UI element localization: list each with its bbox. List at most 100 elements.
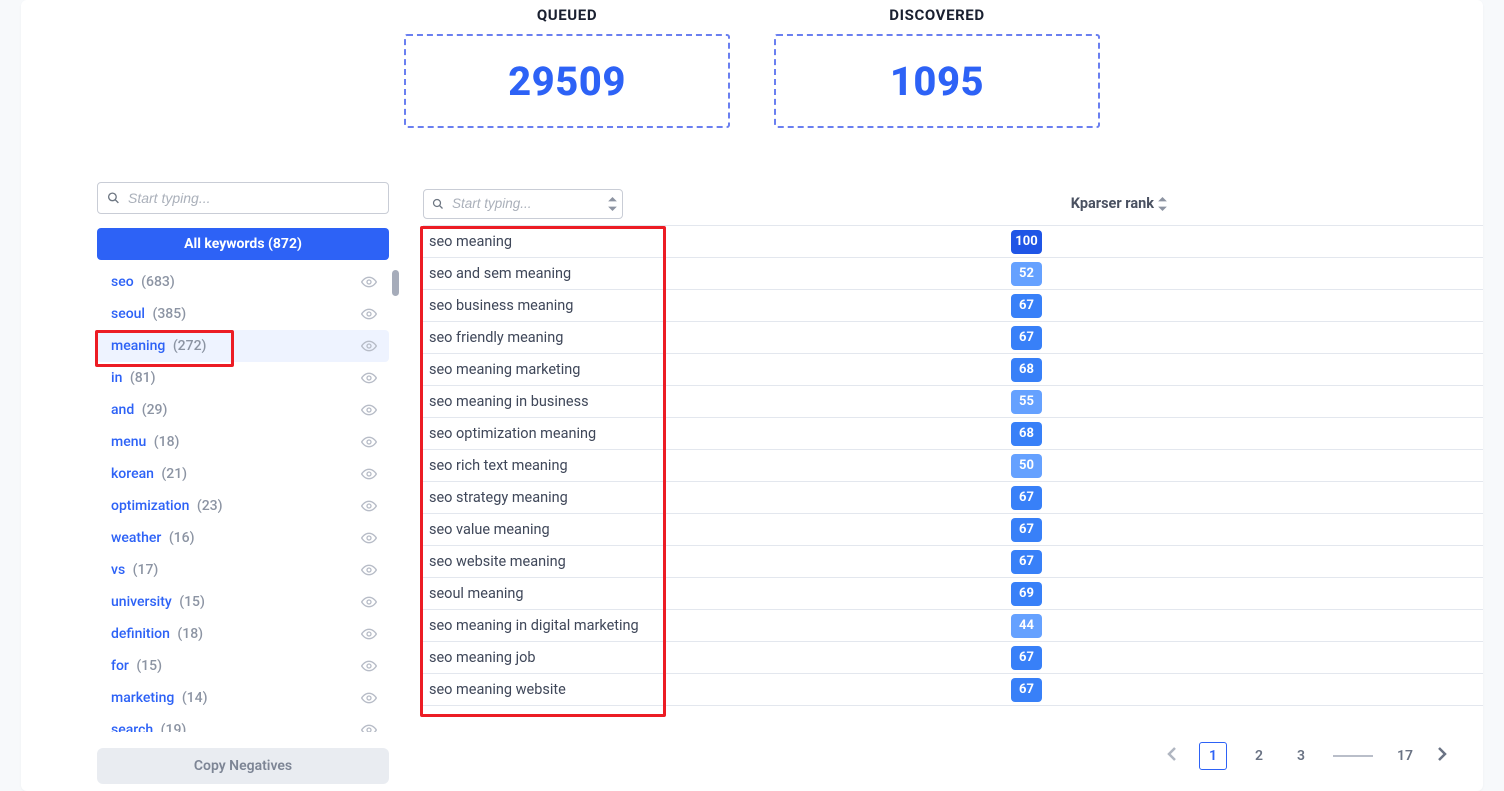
pagination-next[interactable] <box>1437 746 1447 766</box>
sidebar-item-in[interactable]: in (81) <box>97 362 389 394</box>
table-row[interactable]: seo and sem meaning52 <box>423 258 1483 290</box>
eye-icon[interactable] <box>361 722 377 732</box>
sidebar-item-label: optimization <box>111 498 189 514</box>
sidebar-item-count: (15) <box>136 658 162 674</box>
eye-icon[interactable] <box>361 530 377 546</box>
table-row[interactable]: seo rich text meaning50 <box>423 450 1483 482</box>
search-icon <box>107 192 120 205</box>
eye-icon[interactable] <box>361 370 377 386</box>
rank-badge: 67 <box>1011 518 1042 542</box>
table-row[interactable]: seo strategy meaning67 <box>423 482 1483 514</box>
sidebar-item-menu[interactable]: menu (18) <box>97 426 389 458</box>
eye-icon[interactable] <box>361 562 377 578</box>
eye-icon[interactable] <box>361 658 377 674</box>
sidebar-item-search[interactable]: search (19) <box>97 714 389 732</box>
eye-icon[interactable] <box>361 338 377 354</box>
pagination-page-1[interactable]: 1 <box>1199 742 1227 770</box>
kparser-rank-label: Kparser rank <box>1071 195 1154 212</box>
rank-badge: 100 <box>1011 230 1042 254</box>
sidebar-item-label: university <box>111 594 172 610</box>
eye-icon[interactable] <box>361 434 377 450</box>
eye-icon[interactable] <box>361 626 377 642</box>
sidebar-item-marketing[interactable]: marketing (14) <box>97 682 389 714</box>
all-keywords-label: All keywords (872) <box>184 236 302 252</box>
eye-icon[interactable] <box>361 306 377 322</box>
sidebar-item-count: (15) <box>179 594 205 610</box>
sidebar-item-label: and <box>111 402 134 418</box>
table-row[interactable]: seo value meaning67 <box>423 514 1483 546</box>
table-row[interactable]: seo meaning marketing68 <box>423 354 1483 386</box>
table-row[interactable]: seo website meaning67 <box>423 546 1483 578</box>
all-keywords-button[interactable]: All keywords (872) <box>97 228 389 260</box>
sidebar-item-korean[interactable]: korean (21) <box>97 458 389 490</box>
sort-icon <box>1158 197 1167 211</box>
eye-icon[interactable] <box>361 402 377 418</box>
eye-icon[interactable] <box>361 466 377 482</box>
rank-badge: 68 <box>1011 422 1042 446</box>
table-search[interactable] <box>423 189 623 219</box>
sidebar-item-label: definition <box>111 626 170 642</box>
eye-icon[interactable] <box>361 690 377 706</box>
sidebar-item-count: (23) <box>197 498 223 514</box>
sidebar-item-seo[interactable]: seo (683) <box>97 266 389 298</box>
pagination-page-2[interactable]: 2 <box>1249 748 1269 764</box>
sidebar-item-seoul[interactable]: seoul (385) <box>97 298 389 330</box>
table-row[interactable]: seo friendly meaning67 <box>423 322 1483 354</box>
sidebar-item-count: (14) <box>182 690 208 706</box>
table-row[interactable]: seo meaning in digital marketing44 <box>423 610 1483 642</box>
keyword-text: seo meaning <box>429 233 1011 250</box>
sidebar-item-count: (19) <box>161 722 187 732</box>
eye-icon[interactable] <box>361 498 377 514</box>
rank-badge: 55 <box>1011 390 1042 414</box>
queued-stat: QUEUED 29509 <box>404 6 730 128</box>
pagination-page-last[interactable]: 17 <box>1395 748 1415 764</box>
table-search-input[interactable] <box>423 189 623 219</box>
sidebar-item-university[interactable]: university (15) <box>97 586 389 618</box>
sidebar-item-count: (17) <box>133 562 159 578</box>
rank-badge: 67 <box>1011 294 1042 318</box>
sidebar-item-label: menu <box>111 434 146 450</box>
table-row[interactable]: seo meaning website67 <box>423 674 1483 706</box>
rank-badge: 69 <box>1011 582 1042 606</box>
sidebar-item-weather[interactable]: weather (16) <box>97 522 389 554</box>
rank-badge: 67 <box>1011 550 1042 574</box>
pagination-page-3[interactable]: 3 <box>1291 748 1311 764</box>
table-row[interactable]: seo business meaning67 <box>423 290 1483 322</box>
keyword-text: seo meaning job <box>429 649 1011 666</box>
table-row[interactable]: seo optimization meaning68 <box>423 418 1483 450</box>
table-row[interactable]: seo meaning in business55 <box>423 386 1483 418</box>
keyword-text: seo business meaning <box>429 297 1011 314</box>
rank-badge: 67 <box>1011 326 1042 350</box>
table-row[interactable]: seo meaning100 <box>423 226 1483 258</box>
sidebar-item-label: for <box>111 658 129 674</box>
rank-badge: 50 <box>1011 454 1042 478</box>
sidebar-scrollbar[interactable] <box>392 270 399 296</box>
keyword-text: seo friendly meaning <box>429 329 1011 346</box>
sidebar-search-input[interactable] <box>97 182 389 214</box>
rank-badge: 67 <box>1011 678 1042 702</box>
sidebar-search[interactable] <box>97 182 389 214</box>
eye-icon[interactable] <box>361 274 377 290</box>
sidebar-item-label: seo <box>111 274 134 290</box>
sidebar-item-vs[interactable]: vs (17) <box>97 554 389 586</box>
keyword-text: seoul meaning <box>429 585 1011 602</box>
pagination: 1 2 3 17 <box>1167 742 1447 770</box>
keyword-text: seo meaning marketing <box>429 361 1011 378</box>
kparser-rank-header[interactable]: Kparser rank <box>1071 195 1483 212</box>
sidebar-item-for[interactable]: for (15) <box>97 650 389 682</box>
sidebar-item-count: (683) <box>141 274 175 290</box>
pagination-prev[interactable] <box>1167 746 1177 766</box>
sidebar-item-count: (18) <box>177 626 203 642</box>
rank-badge: 67 <box>1011 646 1042 670</box>
queued-label: QUEUED <box>404 6 730 24</box>
sidebar-item-meaning[interactable]: meaning (272) <box>97 330 389 362</box>
sidebar-item-definition[interactable]: definition (18) <box>97 618 389 650</box>
sidebar-item-and[interactable]: and (29) <box>97 394 389 426</box>
sidebar-item-optimization[interactable]: optimization (23) <box>97 490 389 522</box>
eye-icon[interactable] <box>361 594 377 610</box>
keyword-text: seo rich text meaning <box>429 457 1011 474</box>
table-row[interactable]: seoul meaning69 <box>423 578 1483 610</box>
copy-negatives-button[interactable]: Copy Negatives <box>97 748 389 784</box>
table-row[interactable]: seo meaning job67 <box>423 642 1483 674</box>
keyword-text: seo value meaning <box>429 521 1011 538</box>
